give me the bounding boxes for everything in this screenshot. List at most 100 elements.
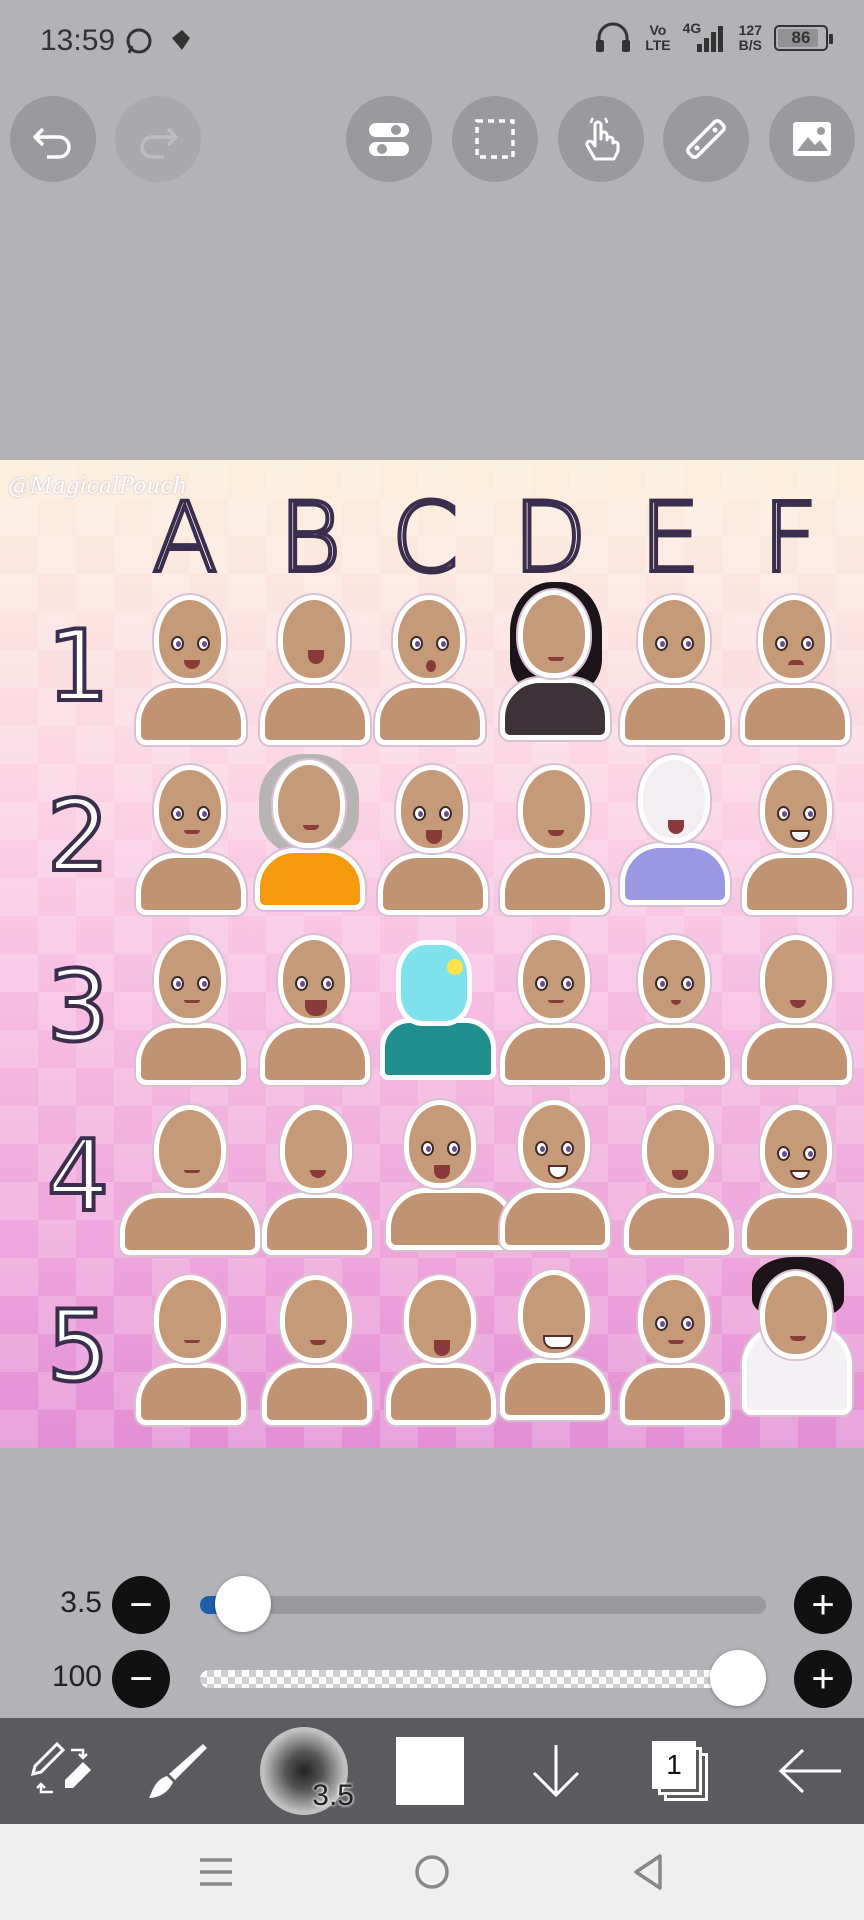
brush-tool-button[interactable] — [116, 1718, 240, 1824]
pen-eraser-swap-icon — [30, 1741, 91, 1794]
expression-sketch — [136, 1275, 246, 1425]
expression-sketch — [386, 1100, 516, 1250]
expression-sketch — [624, 1105, 734, 1255]
expression-sketch — [500, 1100, 610, 1250]
row-label: 1 — [45, 608, 111, 726]
recent-apps-button[interactable] — [176, 1844, 256, 1900]
ruler-icon — [686, 119, 726, 159]
row-label: 5 — [45, 1288, 111, 1406]
swap-tool-button[interactable] — [0, 1718, 124, 1824]
save-down-button[interactable] — [494, 1718, 618, 1824]
layers-button[interactable]: 1 — [620, 1718, 744, 1824]
minus-icon: − — [129, 1657, 153, 1701]
expression-sketch — [136, 935, 246, 1085]
brush-size-slider-row: 3.5 − + — [0, 1570, 864, 1640]
row-label: 3 — [45, 948, 111, 1066]
expression-sketch — [620, 1275, 730, 1425]
home-circle-icon — [415, 1855, 449, 1889]
undo-button[interactable] — [10, 96, 96, 182]
expression-sketch — [386, 1275, 496, 1425]
expression-sketch — [120, 1105, 260, 1255]
system-navigation-bar — [0, 1824, 864, 1920]
column-label: F — [760, 480, 819, 596]
status-bar: 13:59 Vo LTE 4G 127 B/S 86 — [0, 0, 864, 86]
expression-sketch — [742, 765, 852, 915]
brush-size-increase-button[interactable]: + — [794, 1576, 852, 1634]
toggle-settings-icon — [369, 123, 409, 156]
expression-sketch — [378, 765, 488, 915]
notification-icon — [172, 30, 190, 50]
status-time: 13:59 — [40, 24, 116, 57]
opacity-slider[interactable] — [200, 1650, 766, 1706]
back-button[interactable] — [748, 1718, 864, 1824]
arrow-left-icon — [778, 1748, 841, 1794]
plus-icon: + — [811, 1583, 835, 1627]
network-speed: 127 B/S — [738, 22, 762, 53]
reference-image-button[interactable] — [769, 96, 855, 182]
back-triangle-icon — [634, 1854, 662, 1890]
hand-gesture-button[interactable] — [558, 96, 644, 182]
brush-size-slider-thumb[interactable] — [215, 1576, 272, 1632]
redo-button[interactable] — [115, 96, 201, 182]
ruler-button[interactable] — [663, 96, 749, 182]
color-picker-button[interactable] — [368, 1718, 492, 1824]
brush-size-label: 3.5 — [312, 1779, 354, 1812]
column-label: D — [511, 480, 589, 596]
volte-indicator: Vo LTE — [645, 22, 671, 53]
brush-icon — [149, 1744, 207, 1798]
column-label: B — [277, 480, 344, 596]
menu-icon — [200, 1858, 232, 1886]
layers-icon: 1 — [652, 1741, 712, 1801]
expression-sketch — [375, 595, 485, 745]
expression-sketch — [500, 935, 610, 1085]
expression-sketch — [620, 755, 730, 905]
undo-icon — [33, 127, 71, 159]
headphones-icon — [596, 22, 631, 52]
signal-icon: 4G — [683, 20, 727, 54]
expression-sketch — [742, 935, 852, 1085]
opacity-slider-row: 100 − + — [0, 1644, 864, 1714]
expression-sketch — [620, 595, 730, 745]
current-color-swatch — [396, 1737, 464, 1805]
minus-icon: − — [129, 1583, 153, 1627]
expression-sketch — [380, 940, 496, 1080]
expression-sketch — [255, 754, 365, 910]
whatsapp-icon — [126, 28, 152, 54]
expression-sketch — [260, 935, 370, 1085]
expression-sketch — [136, 595, 246, 745]
bottom-toolbar: 3.5 1 — [0, 1718, 864, 1824]
drawing-canvas[interactable]: @MagicalPouch A B C D E F 1 2 3 4 5 — [0, 460, 864, 1448]
opacity-decrease-button[interactable]: − — [112, 1650, 170, 1708]
home-button[interactable] — [392, 1844, 472, 1900]
redo-icon — [140, 127, 178, 159]
layer-count: 1 — [652, 1741, 696, 1789]
toggle-settings-button[interactable] — [346, 96, 432, 182]
battery-icon: 86 — [774, 25, 833, 51]
brush-preview: 3.5 — [260, 1727, 354, 1815]
hand-gesture-icon — [585, 117, 620, 161]
plus-icon: + — [811, 1657, 835, 1701]
column-label: C — [389, 480, 460, 596]
column-label: E — [638, 480, 703, 596]
system-back-button[interactable] — [608, 1844, 688, 1900]
expression-sketch — [500, 1270, 610, 1420]
expression-sketch — [136, 765, 246, 915]
brush-size-decrease-button[interactable]: − — [112, 1576, 170, 1634]
expression-sketch — [260, 595, 370, 745]
expression-sketch — [262, 1105, 372, 1255]
brush-settings-button[interactable]: 3.5 — [242, 1718, 366, 1824]
column-label: A — [150, 480, 220, 596]
arrow-down-icon — [532, 1745, 580, 1798]
brush-size-slider[interactable] — [200, 1576, 766, 1632]
expression-sketch — [740, 595, 850, 745]
row-label: 4 — [45, 1118, 111, 1236]
opacity-value: 100 — [51, 1660, 102, 1693]
opacity-increase-button[interactable]: + — [794, 1650, 852, 1708]
expression-sketch — [620, 935, 730, 1085]
selection-button[interactable] — [452, 96, 538, 182]
image-icon — [793, 122, 831, 156]
selection-icon — [475, 119, 515, 159]
brush-size-value: 3.5 — [60, 1586, 102, 1619]
expression-sketch — [500, 765, 610, 915]
opacity-slider-thumb[interactable] — [710, 1650, 766, 1706]
